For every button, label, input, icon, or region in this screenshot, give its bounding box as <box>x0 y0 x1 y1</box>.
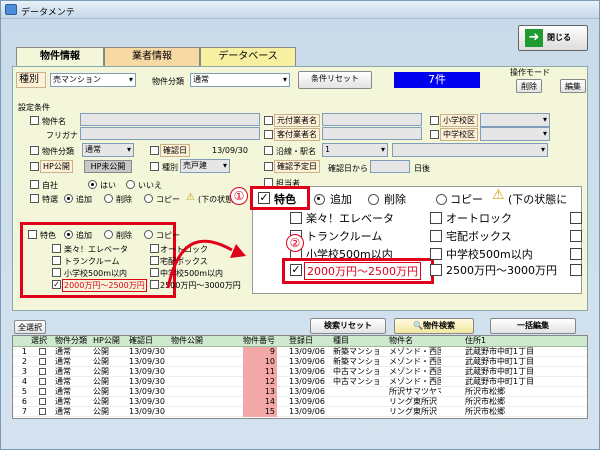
table-cell: 11 <box>243 367 277 377</box>
table-cell: 通常 <box>55 357 71 366</box>
table-cell: 武蔵野市中町1丁目 <box>465 377 535 386</box>
table-cell: 通常 <box>55 377 71 386</box>
table-cell: 13/09/06 <box>289 367 325 376</box>
table-row[interactable]: 3 通常 公開 13/09/30 11 13/09/06 中古マンション メゾンド・西国 武蔵野… <box>13 367 587 377</box>
table-cell: 通常 <box>55 407 71 416</box>
results-table: 選択 物件分類 HP公開 確認日 物件公開 物件番号 登録日 種目 物件名 住所1 1 通常 公開 13… <box>12 335 588 419</box>
table-cell: 所沢市松郷 <box>465 397 505 406</box>
table-header: 選択 物件分類 HP公開 確認日 物件公開 物件番号 登録日 種目 物件名 住所1 <box>13 336 587 347</box>
table-cell: 所沢市松郷 <box>465 387 505 396</box>
table-cell: リング東所沢 <box>389 397 437 406</box>
table-cell: 武蔵野市中町1丁目 <box>465 367 535 376</box>
column-header[interactable]: 確認日 <box>129 336 165 346</box>
row-select-checkbox[interactable] <box>39 388 46 395</box>
table-cell: 13/09/06 <box>289 407 325 416</box>
table-cell: 14 <box>243 397 277 407</box>
table-cell: 13/09/06 <box>289 397 325 406</box>
table-cell: 15 <box>243 407 277 417</box>
table-cell: メゾンド・西国 <box>389 377 441 386</box>
table-cell: リング東所沢 <box>389 407 437 416</box>
table-cell: 13/09/30 <box>129 387 165 396</box>
table-cell: メゾンド・西国 <box>389 367 441 376</box>
table-cell: 通常 <box>55 367 71 376</box>
row-number: 5 <box>21 387 27 396</box>
table-cell: 13/09/06 <box>289 387 325 396</box>
table-row[interactable]: 6 通常 公開 13/09/30 14 13/09/06 リング東所沢 所沢市松郷 <box>13 397 587 407</box>
table-cell: 13/09/30 <box>129 357 165 366</box>
table-cell: メゾンド・西国 <box>389 357 441 366</box>
row-number: 2 <box>21 357 27 366</box>
row-select-checkbox[interactable] <box>39 358 46 365</box>
table-cell: 公開 <box>93 387 109 396</box>
table-cell: 13/09/30 <box>129 407 165 416</box>
table-cell: 9 <box>243 347 277 357</box>
row-number: 4 <box>21 377 27 386</box>
table-cell: 13/09/30 <box>129 367 165 376</box>
bulk-edit-button[interactable]: 一括編集 <box>490 318 576 334</box>
table-row[interactable]: 1 通常 公開 13/09/30 9 13/09/06 新築マンション メゾンド・西国 武蔵野市… <box>13 347 587 357</box>
property-search-label: 物件検索 <box>422 321 455 330</box>
property-search-button[interactable]: 🔍物件検索 <box>394 318 474 334</box>
table-cell: メゾンド・西国 <box>389 347 441 356</box>
column-header[interactable]: 物件公開 <box>171 336 207 346</box>
row-select-checkbox[interactable] <box>39 408 46 415</box>
row-number: 7 <box>21 407 27 416</box>
table-row[interactable]: 7 通常 公開 13/09/30 15 13/09/06 リング東所沢 所沢市松郷 <box>13 407 587 417</box>
table-cell: 13 <box>243 387 277 397</box>
table-cell: 新築マンション <box>333 347 379 356</box>
search-reset-label: 検索リセット <box>324 321 372 330</box>
table-cell: 武蔵野市中町1丁目 <box>465 347 535 356</box>
table-cell: 13/09/30 <box>129 377 165 386</box>
table-cell: 13/09/06 <box>289 377 325 386</box>
select-all-button[interactable]: 全選択 <box>14 320 46 334</box>
row-select-checkbox[interactable] <box>39 398 46 405</box>
column-header[interactable]: 種目 <box>333 336 379 346</box>
table-cell: 13/09/30 <box>129 347 165 356</box>
table-cell: 中古マンション <box>333 367 379 376</box>
table-cell: 公開 <box>93 397 109 406</box>
column-header[interactable]: 登録日 <box>289 336 329 346</box>
table-cell: 10 <box>243 357 277 367</box>
table-cell: 公開 <box>93 357 109 366</box>
row-number: 6 <box>21 397 27 406</box>
table-cell: 中古マンション <box>333 377 379 386</box>
column-header[interactable]: 物件分類 <box>55 336 91 346</box>
table-row[interactable]: 5 通常 公開 13/09/30 13 13/09/06 所沢サマツヤマンション 所沢市松郷 <box>13 387 587 397</box>
column-header[interactable]: 物件名 <box>389 336 441 346</box>
table-cell: 所沢サマツヤマンション <box>389 387 441 396</box>
table-cell: 新築マンション <box>333 357 379 366</box>
table-cell: 公開 <box>93 407 109 416</box>
column-header[interactable]: 住所1 <box>465 336 587 346</box>
row-select-checkbox[interactable] <box>39 378 46 385</box>
table-cell: 13/09/30 <box>129 397 165 406</box>
table-cell: 所沢市松郷 <box>465 407 505 416</box>
table-cell: 公開 <box>93 377 109 386</box>
bulk-edit-label: 一括編集 <box>517 321 549 330</box>
row-select-checkbox[interactable] <box>39 368 46 375</box>
table-cell: 通常 <box>55 347 71 356</box>
row-select-checkbox[interactable] <box>39 348 46 355</box>
row-number: 3 <box>21 367 27 376</box>
table-cell: 武蔵野市中町1丁目 <box>465 357 535 366</box>
table-cell: 公開 <box>93 367 109 376</box>
table-cell: 13/09/06 <box>289 357 325 366</box>
table-cell: 通常 <box>55 397 71 406</box>
column-header[interactable]: HP公開 <box>93 336 125 346</box>
search-reset-button[interactable]: 検索リセット <box>310 318 386 334</box>
column-header[interactable]: 選択 <box>31 336 53 346</box>
table-row[interactable]: 4 通常 公開 13/09/30 12 13/09/06 中古マンション メゾンド・西国 武蔵野… <box>13 377 587 387</box>
table-row[interactable]: 2 通常 公開 13/09/30 10 13/09/06 新築マンション メゾンド・西国 武蔵野… <box>13 357 587 367</box>
table-cell: 13/09/06 <box>289 347 325 356</box>
row-number: 1 <box>21 347 27 356</box>
table-cell: 公開 <box>93 347 109 356</box>
table-cell: 12 <box>243 377 277 387</box>
search-icon: 🔍 <box>413 321 423 330</box>
table-cell: 通常 <box>55 387 71 396</box>
column-header[interactable]: 物件番号 <box>243 336 277 346</box>
